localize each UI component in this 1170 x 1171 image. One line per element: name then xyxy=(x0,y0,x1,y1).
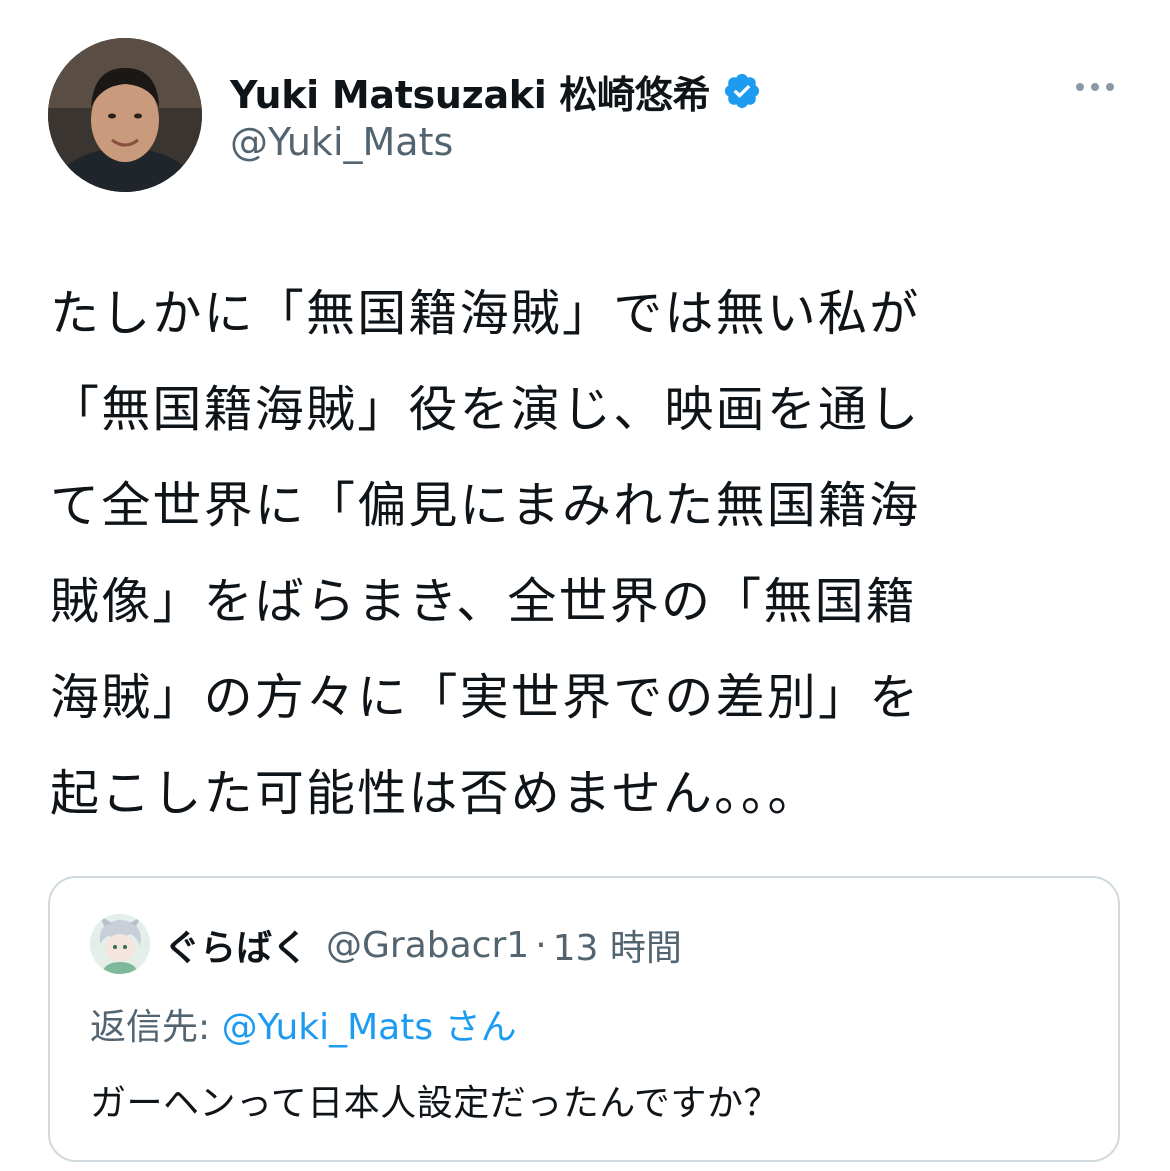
tweet-text-line: て全世界に「偏見にまみれた無国籍海 xyxy=(50,477,921,534)
tweet-text: たしかに「無国籍海賊」では無い私が 「無国籍海賊」役を演じ、映画を通し て全世界… xyxy=(50,266,1110,842)
verified-badge-icon xyxy=(722,71,762,111)
reply-to-label: 返信先: xyxy=(90,1007,211,1048)
tweet-text-line: 海賊」の方々に「実世界での差別」を xyxy=(50,669,921,726)
reply-suffix: さん xyxy=(444,1007,517,1048)
tweet-text-line: たしかに「無国籍海賊」では無い私が xyxy=(50,285,921,342)
more-horizontal-icon[interactable] xyxy=(1072,72,1118,102)
reply-mention-link[interactable]: @Yuki_Mats xyxy=(222,1007,434,1048)
tweet-text-line: 「無国籍海賊」役を演じ、映画を通し xyxy=(50,381,921,438)
quoted-tweet-text: ガーヘンって日本人設定だったんですか？ xyxy=(90,1083,780,1124)
quoted-display-name[interactable]: ぐらばく xyxy=(164,919,308,971)
author-name-row[interactable]: Yuki Matsuzaki 松崎悠希 xyxy=(230,64,762,119)
tweet-text-line: 起こした可能性は否めません。。。 xyxy=(50,765,819,822)
quoted-header: ぐらばく @Grabacr1 · 13 時間 xyxy=(164,920,682,970)
tweet-text-line: 賊像」をばらまき、全世界の「無国籍 xyxy=(50,573,917,630)
quoted-tweet-card[interactable]: ぐらばく @Grabacr1 · 13 時間 返信先: @Yuki_Mats さ… xyxy=(48,876,1120,1162)
quoted-timestamp[interactable]: 13 時間 xyxy=(553,919,682,971)
reply-to-line: 返信先: @Yuki_Mats さん xyxy=(90,998,517,1050)
quoted-avatar[interactable] xyxy=(90,914,150,974)
quoted-handle[interactable]: @Grabacr1 xyxy=(326,925,529,966)
display-name[interactable]: Yuki Matsuzaki 松崎悠希 xyxy=(230,64,711,119)
author-handle[interactable]: @Yuki_Mats xyxy=(230,120,453,164)
avatar-photo xyxy=(48,38,202,192)
quoted-avatar-illustration xyxy=(90,914,150,974)
avatar[interactable] xyxy=(48,38,202,192)
separator-dot: · xyxy=(535,924,547,966)
